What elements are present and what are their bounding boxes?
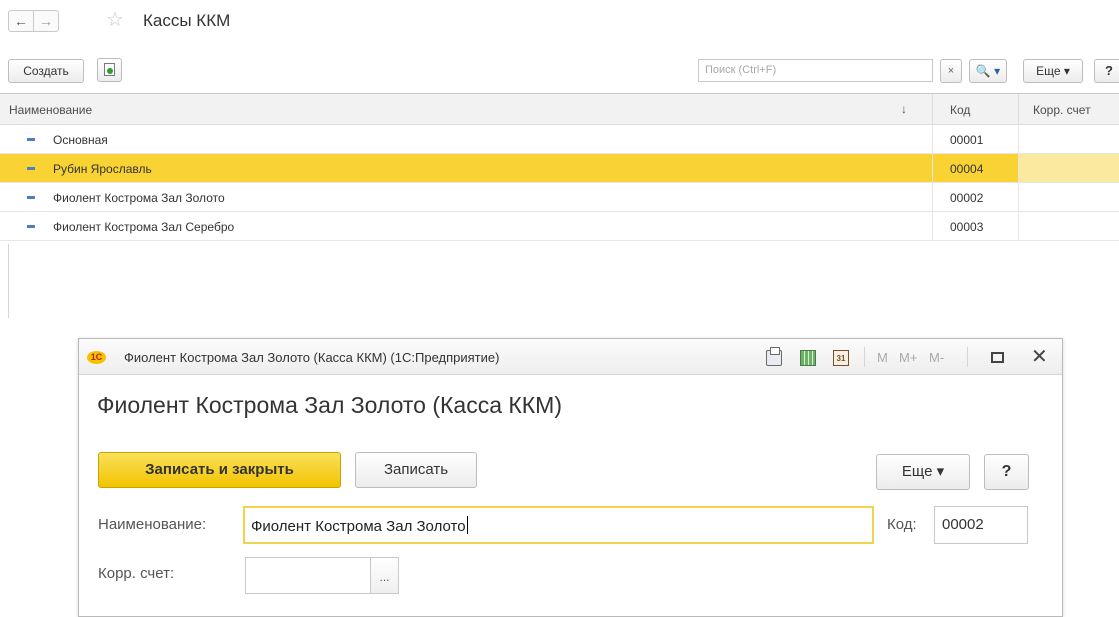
search-input[interactable]: Поиск (Ctrl+F)	[698, 59, 933, 82]
toolbar-divider	[864, 347, 865, 367]
memory-plus-button[interactable]: M+	[899, 350, 917, 365]
code-label: Код:	[887, 516, 917, 533]
column-header-corr-account[interactable]: Корр. счет	[1018, 94, 1119, 125]
choose-button[interactable]: ...	[370, 557, 399, 594]
table-row[interactable]: Фиолент Кострома Зал Золото 00002	[0, 183, 1119, 212]
dialog-heading: Фиолент Кострома Зал Золото (Касса ККМ)	[97, 392, 562, 418]
more-button[interactable]: Еще ▾	[1023, 59, 1083, 83]
more-button[interactable]: Еще ▾	[876, 454, 970, 490]
column-header-name[interactable]: Наименование	[9, 103, 92, 117]
close-icon[interactable]: ✕	[1031, 346, 1048, 368]
dialog-title-bar: 1С Фиолент Кострома Зал Золото (Касса КК…	[79, 339, 1062, 375]
save-and-close-button[interactable]: Записать и закрыть	[98, 452, 341, 488]
sort-arrow-icon: ↓	[901, 102, 907, 116]
copy-button[interactable]	[97, 58, 122, 82]
name-label: Наименование:	[98, 516, 207, 533]
cell-code: 00004	[932, 154, 1018, 182]
create-button[interactable]: Создать	[8, 59, 84, 83]
page-title: Кассы ККМ	[143, 11, 231, 30]
memory-button[interactable]: M	[877, 350, 888, 365]
cell-corr-account	[1018, 212, 1119, 240]
dialog-window-title: Фиолент Кострома Зал Золото (Касса ККМ) …	[124, 350, 500, 365]
table-header: Наименование ↓ Код Корр. счет	[0, 93, 1119, 125]
table-row[interactable]: Фиолент Кострома Зал Серебро 00003	[0, 212, 1119, 241]
favorite-star-icon[interactable]: ☆	[106, 8, 124, 32]
text-caret	[466, 516, 468, 534]
code-field[interactable]: 00002	[934, 506, 1028, 544]
corr-account-label: Корр. счет:	[98, 565, 175, 582]
help-button[interactable]: ?	[984, 454, 1029, 490]
name-field-value: Фиолент Кострома Зал Золото	[251, 518, 466, 535]
cell-code: 00002	[932, 183, 1018, 211]
table-row-selected[interactable]: Рубин Ярославль 00004	[0, 154, 1119, 183]
table-row[interactable]: Основная 00001	[0, 125, 1119, 154]
calendar-icon[interactable]: 31	[833, 350, 849, 366]
corr-account-field[interactable]	[245, 557, 370, 594]
row-marker-icon	[27, 167, 35, 170]
print-icon[interactable]	[766, 347, 782, 366]
name-field[interactable]: Фиолент Кострома Зал Золото	[243, 506, 874, 544]
maximize-icon[interactable]	[991, 352, 1004, 363]
help-button[interactable]: ?	[1094, 59, 1119, 83]
cell-name: Фиолент Кострома Зал Серебро	[53, 220, 235, 234]
row-marker-icon	[27, 138, 35, 141]
list-window: ← → ☆ Кассы ККМ Создать Поиск (Ctrl+F) ×…	[0, 0, 1119, 318]
row-marker-icon	[27, 196, 35, 199]
column-header-code[interactable]: Код	[932, 94, 1018, 125]
item-dialog: 1С Фиолент Кострома Зал Золото (Касса КК…	[78, 338, 1063, 617]
clear-search-button[interactable]: ×	[940, 59, 962, 83]
calculator-icon[interactable]	[800, 350, 816, 366]
app-logo-icon: 1С	[87, 351, 106, 364]
row-marker-icon	[27, 225, 35, 228]
cell-corr-account	[1018, 183, 1119, 211]
cell-name: Фиолент Кострома Зал Золото	[53, 191, 225, 205]
save-button[interactable]: Записать	[355, 452, 477, 488]
back-arrow-icon[interactable]: ←	[8, 10, 34, 32]
forward-arrow-icon[interactable]: →	[33, 10, 59, 32]
memory-minus-button[interactable]: M-	[929, 350, 944, 365]
cell-name: Основная	[53, 133, 108, 147]
copy-icon	[104, 63, 115, 76]
cell-name: Рубин Ярославль	[53, 162, 152, 176]
cell-code: 00003	[932, 212, 1018, 240]
table-border	[8, 244, 9, 318]
toolbar-divider	[967, 347, 968, 367]
search-icon[interactable]: 🔍 ▾	[969, 59, 1007, 83]
cell-corr-account	[1018, 154, 1119, 182]
list-table: Наименование ↓ Код Корр. счет Основная 0…	[0, 93, 1119, 241]
cell-code: 00001	[932, 125, 1018, 153]
cell-corr-account	[1018, 125, 1119, 153]
